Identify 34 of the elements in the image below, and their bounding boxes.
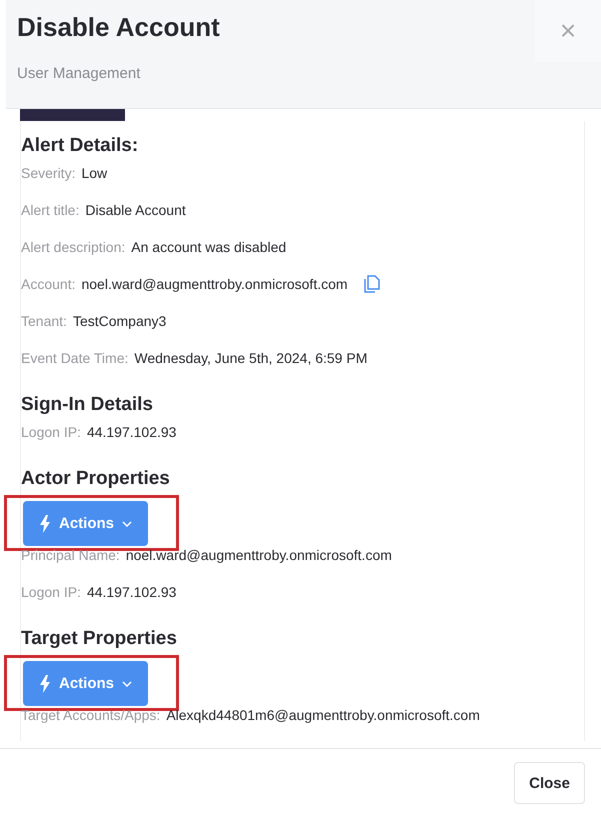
field-label: Principal Name: (21, 547, 120, 563)
field-value: Wednesday, June 5th, 2024, 6:59 PM (134, 350, 368, 366)
dialog-subtitle: User Management (17, 65, 142, 82)
field-value: 44.197.102.93 (86, 584, 176, 600)
close-button[interactable]: Close (514, 762, 585, 804)
field-label: Event Date Time: (21, 350, 128, 366)
field-value: noel.ward@augmenttroby.onmicrosoft.com (81, 276, 348, 292)
lightning-icon (39, 674, 51, 692)
section-heading: Actor Properties (21, 467, 171, 491)
lightning-icon (39, 514, 51, 532)
chevron-down-icon (122, 680, 132, 686)
field-label: Alert description: (21, 239, 126, 255)
chevron-down-icon (122, 520, 132, 526)
section-heading: Sign-In Details (21, 393, 154, 417)
field-value: Disable Account (85, 202, 186, 218)
section-heading: Target Properties (21, 627, 178, 651)
field-value: Low (81, 165, 108, 181)
field-value: noel.ward@augmenttroby.onmicrosoft.com (126, 547, 392, 563)
field-value: 44.197.102.93 (86, 424, 176, 440)
field-label: Logon IP: (21, 424, 81, 440)
field-value: An account was disabled (131, 239, 286, 255)
field-value: TestCompany3 (72, 313, 166, 329)
field-label: Logon IP: (21, 584, 81, 600)
field-value: Alexqkd44801m6@augmenttroby.onmicrosoft.com (166, 707, 480, 723)
section-heading: Alert Details: (21, 134, 140, 158)
field-label: Target Accounts/Apps: (21, 707, 160, 723)
field-label: Tenant: (21, 313, 67, 329)
dialog-title: Disable Account (17, 12, 220, 43)
actions-button[interactable]: Actions (23, 501, 148, 546)
copy-icon[interactable] (364, 275, 380, 293)
actions-button[interactable]: Actions (23, 661, 148, 706)
field-label: Account: (21, 276, 76, 292)
field-label: Severity: (21, 165, 76, 181)
field-label: Alert title: (21, 202, 80, 218)
